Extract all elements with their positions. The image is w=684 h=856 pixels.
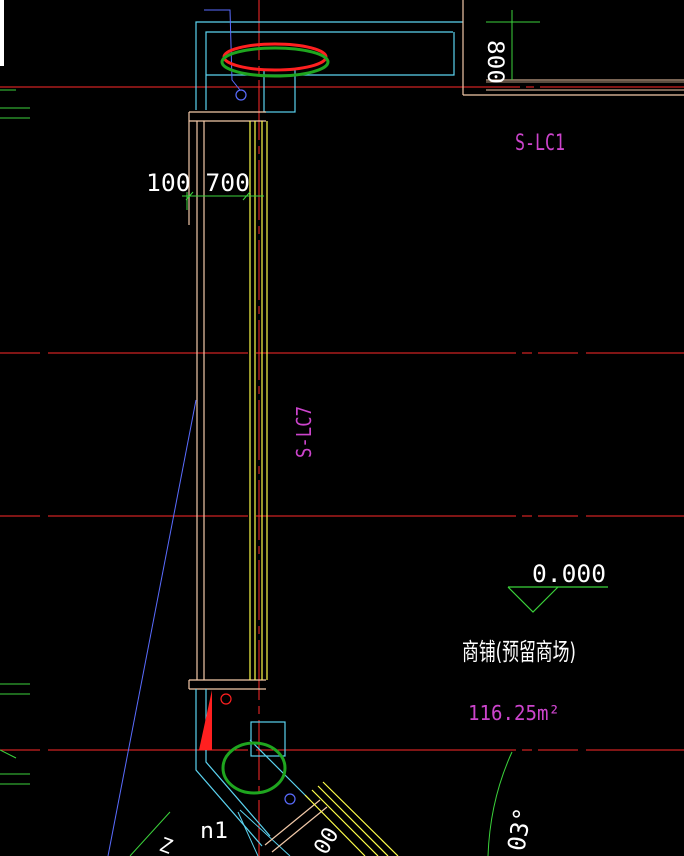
room-name: 商铺(预留商场) [462,638,576,666]
window-label-slc7: S-LC7 [292,406,316,458]
elevation-text: 0.000 [532,560,606,588]
dimension-text-100-700: 100 700 [146,169,250,197]
annotation-ellipse-green-bottom [221,741,287,795]
label-n1: n1 [200,819,228,844]
diagonal-blue-line [107,399,197,856]
viewport-edge [0,0,4,66]
dimension-text-800: 800 [482,40,507,84]
cad-drawing-canvas[interactable]: 100 700 800 S-LC1 S-LC7 0.000 商铺(预留商场) 1… [0,0,684,856]
top-wall-outline [195,0,684,113]
room-area: 116.25m² [468,701,560,725]
column-marker-top [235,89,247,101]
column-marker-bottom [284,793,296,805]
label-bottom-00: 00 [310,824,345,856]
annotation-ellipse-green-top [220,46,330,78]
column-marker-mid [220,693,232,705]
elevation-marker [507,586,608,613]
left-edge-ticks [0,89,30,785]
axis-lines [0,0,684,856]
label-bottom-03: 03° [502,805,537,853]
window-label-slc1: S-LC1 [515,131,565,156]
label-bottom-z: Z [156,832,176,856]
